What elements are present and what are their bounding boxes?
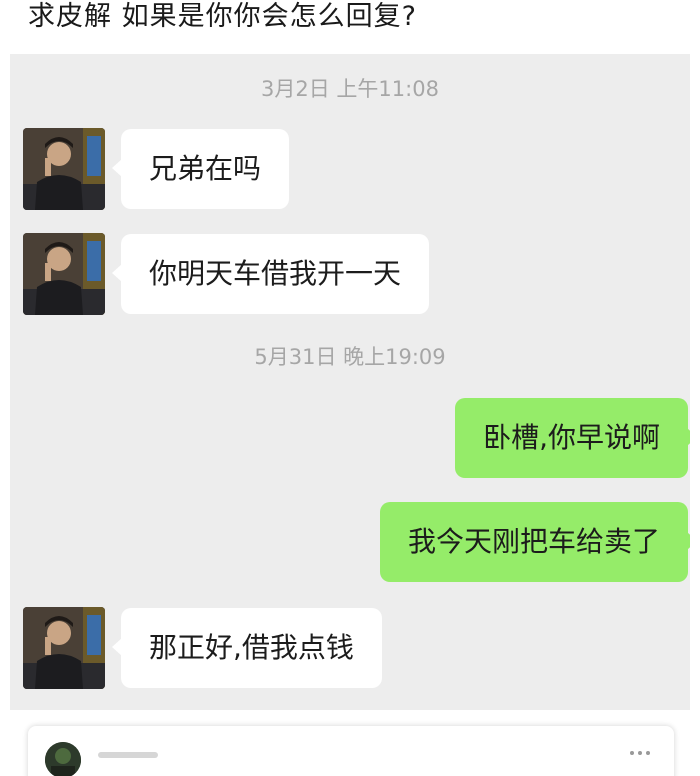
contact-avatar[interactable] <box>23 233 105 315</box>
avatar-photo-icon <box>23 607 105 689</box>
message-bubble[interactable]: 我今天刚把车给卖了 <box>379 502 690 582</box>
chat-screenshot: 3月2日 上午11:08 兄弟在吗 你明天车借我开一天 5月31日 晚上19:0… <box>10 54 690 710</box>
post-page: 求皮解 如果是你你会怎么回复? 3月2日 上午11:08 兄弟在吗 你明天车借我… <box>0 0 700 776</box>
commenter-name-placeholder <box>98 752 158 758</box>
message-bubble[interactable]: 卧槽,你早说啊 <box>455 398 690 478</box>
message-bubble[interactable]: 你明天车借我开一天 <box>111 234 430 314</box>
commenter-avatar[interactable] <box>45 742 81 776</box>
post-title: 求皮解 如果是你你会怎么回复? <box>28 1 417 32</box>
avatar-photo-icon <box>23 128 105 210</box>
more-icon[interactable] <box>628 748 652 758</box>
chat-timestamp: 5月31日 晚上19:09 <box>254 345 446 369</box>
message-bubble[interactable]: 兄弟在吗 <box>111 129 290 209</box>
avatar-photo-icon <box>45 742 81 776</box>
contact-avatar[interactable] <box>23 607 105 689</box>
comment-card[interactable] <box>28 726 674 776</box>
message-bubble[interactable]: 那正好,借我点钱 <box>112 608 382 688</box>
chat-timestamp: 3月2日 上午11:08 <box>261 77 439 101</box>
contact-avatar[interactable] <box>23 128 105 210</box>
avatar-photo-icon <box>23 233 105 315</box>
